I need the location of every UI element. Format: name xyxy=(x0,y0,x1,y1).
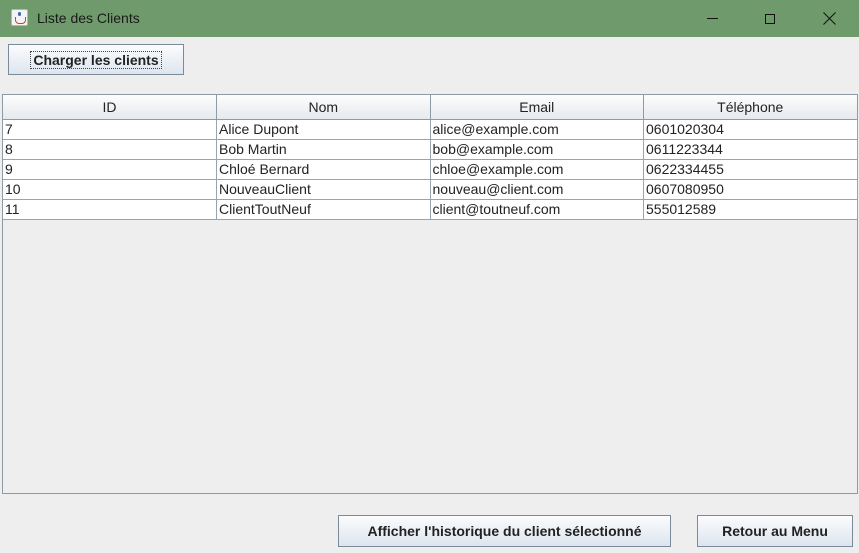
load-clients-button[interactable]: Charger les clients xyxy=(8,44,184,75)
cell-email[interactable]: bob@example.com xyxy=(430,139,644,160)
cell-id[interactable]: 9 xyxy=(3,159,217,180)
window-title: Liste des Clients xyxy=(37,10,140,26)
close-button[interactable] xyxy=(800,0,858,37)
cell-telephone[interactable]: 555012589 xyxy=(643,199,858,220)
cell-email[interactable]: nouveau@client.com xyxy=(430,179,644,200)
table-header-row: ID Nom Email Téléphone xyxy=(3,95,858,120)
close-icon xyxy=(823,12,836,25)
maximize-icon xyxy=(765,13,775,24)
clients-table-pane[interactable]: ID Nom Email Téléphone 7 Alice Dupont al… xyxy=(2,94,858,494)
table-row[interactable]: 9 Chloé Bernard chloe@example.com 062233… xyxy=(3,159,858,180)
cell-telephone[interactable]: 0611223344 xyxy=(643,139,858,160)
cell-nom[interactable]: Bob Martin xyxy=(216,139,431,160)
cell-nom[interactable]: NouveauClient xyxy=(216,179,431,200)
show-client-history-button[interactable]: Afficher l'historique du client sélectio… xyxy=(338,515,671,547)
back-to-menu-button[interactable]: Retour au Menu xyxy=(697,515,853,547)
minimize-button[interactable] xyxy=(683,0,741,37)
column-header-id[interactable]: ID xyxy=(3,95,217,120)
cell-nom[interactable]: ClientToutNeuf xyxy=(216,199,431,220)
load-clients-label: Charger les clients xyxy=(30,50,162,69)
cell-id[interactable]: 7 xyxy=(3,119,217,140)
cell-email[interactable]: client@toutneuf.com xyxy=(430,199,644,220)
cell-id[interactable]: 10 xyxy=(3,179,217,200)
table-row[interactable]: 10 NouveauClient nouveau@client.com 0607… xyxy=(3,179,858,200)
java-app-icon xyxy=(11,9,28,26)
maximize-button[interactable] xyxy=(741,0,799,37)
cell-telephone[interactable]: 0622334455 xyxy=(643,159,858,180)
cell-email[interactable]: alice@example.com xyxy=(430,119,644,140)
column-header-telephone[interactable]: Téléphone xyxy=(643,95,858,120)
table-row[interactable]: 7 Alice Dupont alice@example.com 0601020… xyxy=(3,119,858,140)
cell-telephone[interactable]: 0601020304 xyxy=(643,119,858,140)
table-row[interactable]: 11 ClientToutNeuf client@toutneuf.com 55… xyxy=(3,199,858,220)
title-bar: Liste des Clients xyxy=(0,0,859,37)
clients-table: ID Nom Email Téléphone 7 Alice Dupont al… xyxy=(3,95,858,220)
cell-id[interactable]: 8 xyxy=(3,139,217,160)
column-header-email[interactable]: Email xyxy=(430,95,644,120)
cell-telephone[interactable]: 0607080950 xyxy=(643,179,858,200)
cell-email[interactable]: chloe@example.com xyxy=(430,159,644,180)
column-header-nom[interactable]: Nom xyxy=(216,95,431,120)
minimize-icon xyxy=(706,18,718,19)
cell-nom[interactable]: Chloé Bernard xyxy=(216,159,431,180)
cell-nom[interactable]: Alice Dupont xyxy=(216,119,431,140)
cell-id[interactable]: 11 xyxy=(3,199,217,220)
table-row[interactable]: 8 Bob Martin bob@example.com 0611223344 xyxy=(3,139,858,160)
